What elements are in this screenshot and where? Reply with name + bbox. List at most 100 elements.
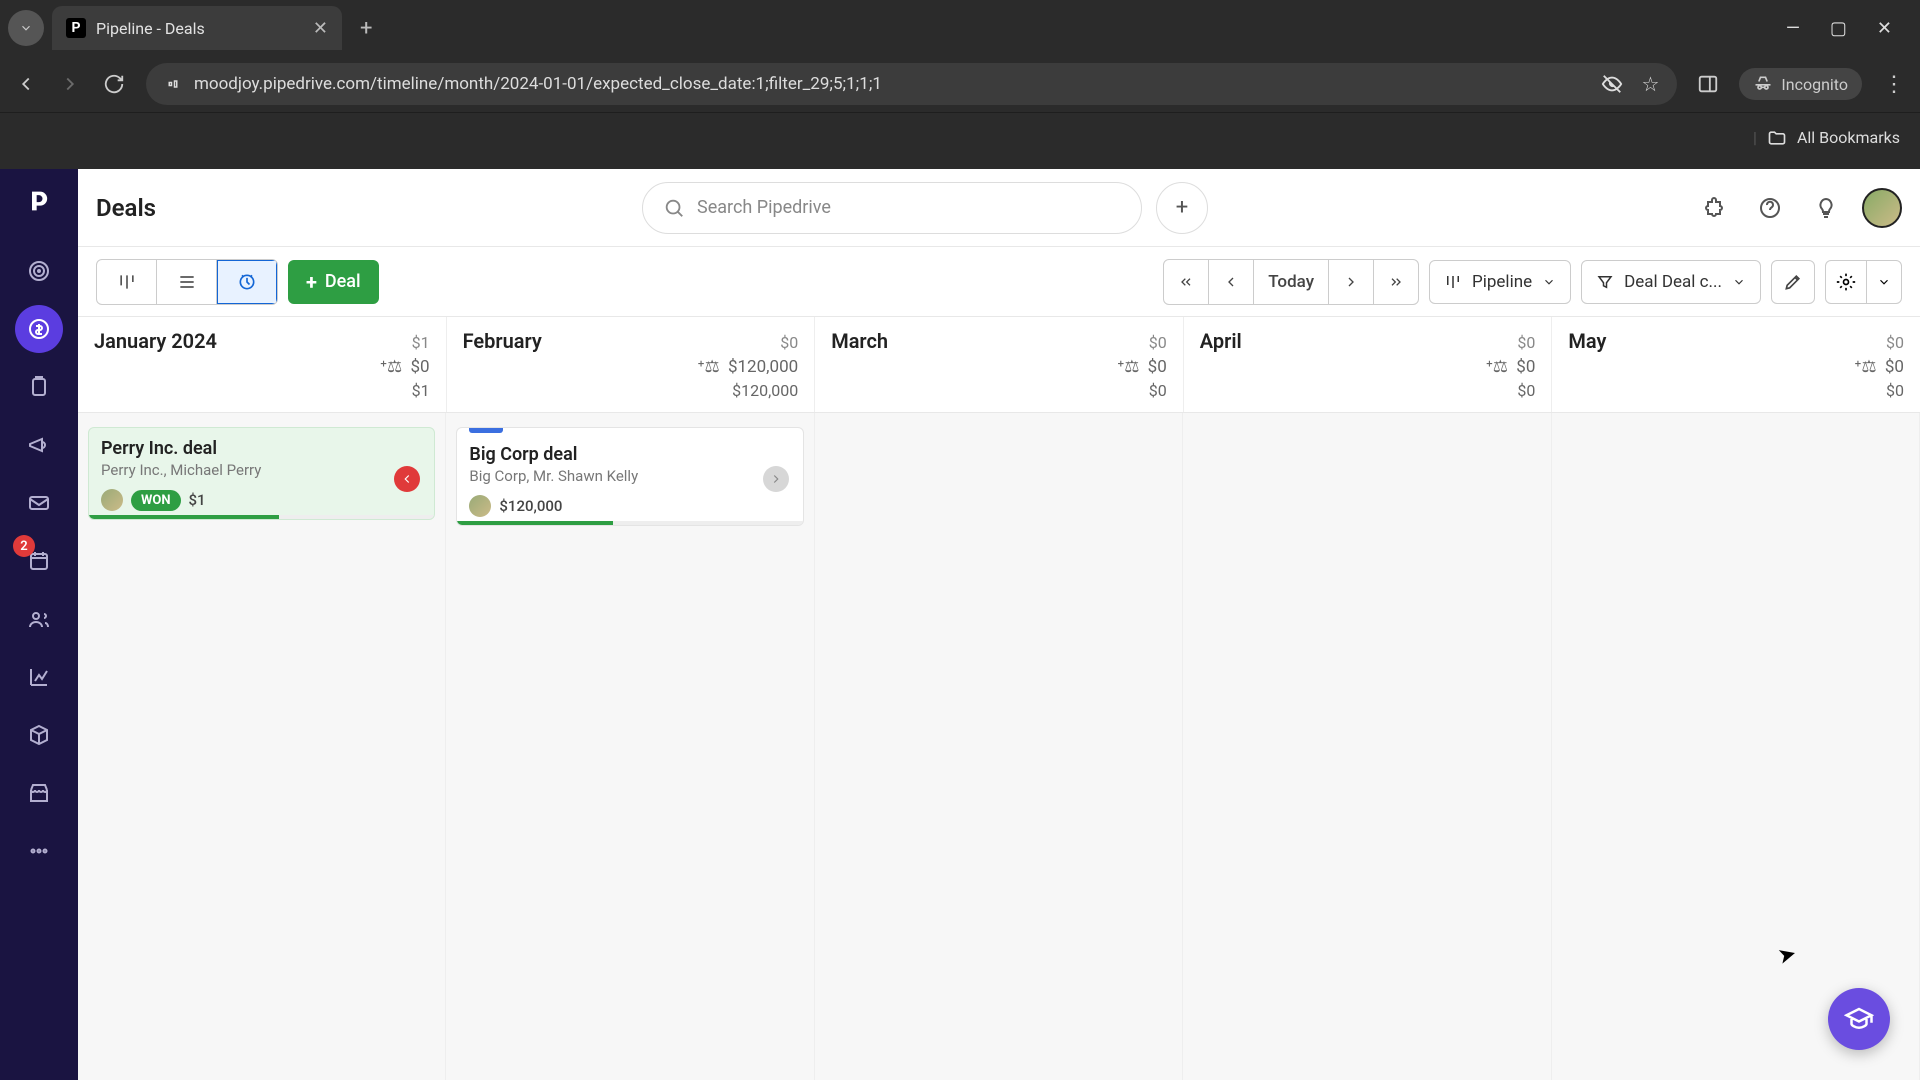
filter-icon xyxy=(1596,273,1614,291)
forward-button[interactable] xyxy=(58,72,82,96)
sidebar-item-activities[interactable]: 2 xyxy=(15,537,63,585)
incognito-indicator[interactable]: Incognito xyxy=(1739,68,1862,100)
back-button[interactable] xyxy=(14,72,38,96)
pipeline-label: Pipeline xyxy=(1472,272,1532,292)
maximize-button[interactable]: ▢ xyxy=(1830,18,1847,39)
sidebar-item-insights[interactable] xyxy=(15,653,63,701)
nav-next-button[interactable] xyxy=(1329,260,1374,304)
sidebar-item-mail[interactable] xyxy=(15,479,63,527)
sidebar-item-deals[interactable] xyxy=(15,305,63,353)
owner-avatar xyxy=(469,495,491,517)
sidebar-item-projects[interactable] xyxy=(15,363,63,411)
reload-button[interactable] xyxy=(102,72,126,96)
browser-tab[interactable]: P Pipeline - Deals ✕ xyxy=(52,6,342,50)
toolbar: + Deal Today xyxy=(78,247,1920,317)
nav-last-button[interactable] xyxy=(1374,260,1418,304)
month-header-may: May $0 ⁺⚖ $0 $0 xyxy=(1552,317,1920,412)
month-bottom: $1 xyxy=(412,381,430,400)
pipedrive-logo-icon xyxy=(25,187,53,215)
tips-button[interactable] xyxy=(1806,188,1846,228)
folder-icon xyxy=(1767,128,1787,148)
month-weighted: $120,000 xyxy=(728,357,798,377)
lightbulb-icon xyxy=(1814,196,1838,220)
view-pipeline-button[interactable] xyxy=(97,260,157,304)
month-name: March xyxy=(831,329,888,353)
timeline-col-april xyxy=(1183,413,1551,1080)
month-bottom: $0 xyxy=(1149,381,1167,400)
help-button[interactable] xyxy=(1750,188,1790,228)
new-tab-button[interactable]: + xyxy=(350,16,382,41)
box-icon xyxy=(27,723,51,747)
edit-button[interactable] xyxy=(1771,260,1815,304)
month-weighted: $0 xyxy=(1516,357,1535,377)
sidebar-item-marketplace[interactable] xyxy=(15,769,63,817)
month-name: February xyxy=(463,329,542,353)
filter-selector[interactable]: Deal Deal c... xyxy=(1581,260,1761,304)
timeline-col-march xyxy=(815,413,1183,1080)
status-indicator-none[interactable] xyxy=(763,466,789,492)
add-deal-label: Deal xyxy=(325,271,361,292)
knowledge-fab[interactable] xyxy=(1828,988,1890,1050)
sidebar-item-contacts[interactable] xyxy=(15,595,63,643)
month-total: $0 xyxy=(1886,333,1904,352)
scale-icon: ⁺⚖ xyxy=(1117,357,1139,377)
addons-button[interactable] xyxy=(1694,188,1734,228)
add-deal-button[interactable]: + Deal xyxy=(288,260,379,304)
plus-icon: + xyxy=(306,270,317,294)
app-header: Deals Search Pipedrive + xyxy=(78,169,1920,247)
chevron-left-icon xyxy=(400,472,414,486)
month-name: April xyxy=(1200,329,1242,353)
nav-today-button[interactable]: Today xyxy=(1254,260,1329,304)
view-list-button[interactable] xyxy=(157,260,217,304)
tab-title: Pipeline - Deals xyxy=(96,19,205,38)
side-panel-icon[interactable] xyxy=(1697,73,1719,95)
app-logo[interactable] xyxy=(21,183,57,219)
tab-bar: P Pipeline - Deals ✕ + ― ▢ ✕ xyxy=(0,0,1920,56)
month-name: January 2024 xyxy=(94,329,217,353)
timeline-body: Perry Inc. deal Perry Inc., Michael Perr… xyxy=(78,413,1920,1080)
sidebar-item-campaigns[interactable] xyxy=(15,421,63,469)
deal-amount: $120,000 xyxy=(499,497,562,515)
deal-progress xyxy=(89,515,434,519)
window-controls: ― ▢ ✕ xyxy=(1786,18,1912,39)
search-placeholder: Search Pipedrive xyxy=(697,197,831,218)
tab-search-button[interactable] xyxy=(8,10,44,46)
sidebar-item-leads[interactable] xyxy=(15,247,63,295)
chevron-down-icon xyxy=(19,21,33,35)
all-bookmarks-button[interactable]: All Bookmarks xyxy=(1797,128,1900,147)
search-icon xyxy=(663,197,685,219)
chevron-right-icon xyxy=(1343,274,1359,290)
sidebar-item-more[interactable] xyxy=(15,827,63,875)
user-avatar[interactable] xyxy=(1862,188,1902,228)
pipeline-selector[interactable]: Pipeline xyxy=(1429,260,1571,304)
gear-icon xyxy=(1836,272,1856,292)
month-total: $0 xyxy=(1517,333,1535,352)
month-header-february: February $0 ⁺⚖ $120,000 $120,000 xyxy=(447,317,816,412)
deal-card-perry[interactable]: Perry Inc. deal Perry Inc., Michael Perr… xyxy=(88,427,435,520)
nav-prev-button[interactable] xyxy=(1209,260,1254,304)
bookmark-button[interactable]: ☆ xyxy=(1641,72,1659,96)
search-input[interactable]: Search Pipedrive xyxy=(642,182,1142,234)
address-bar[interactable]: moodjoy.pipedrive.com/timeline/month/202… xyxy=(146,63,1677,105)
store-icon xyxy=(27,781,51,805)
close-window-button[interactable]: ✕ xyxy=(1877,18,1892,39)
eye-off-icon[interactable] xyxy=(1601,73,1623,95)
graduation-icon xyxy=(1844,1004,1874,1034)
month-bottom: $120,000 xyxy=(732,381,798,400)
list-icon xyxy=(177,272,197,292)
sidebar: 2 xyxy=(0,169,78,1080)
chevron-down-icon xyxy=(1732,275,1746,289)
settings-button[interactable] xyxy=(1825,260,1902,304)
close-tab-button[interactable]: ✕ xyxy=(313,18,328,39)
deal-amount: $1 xyxy=(189,491,206,509)
minimize-button[interactable]: ― xyxy=(1786,18,1800,39)
browser-menu-button[interactable]: ⋮ xyxy=(1882,72,1906,96)
quick-add-button[interactable]: + xyxy=(1156,182,1208,234)
deal-card-bigcorp[interactable]: Big Corp deal Big Corp, Mr. Shawn Kelly … xyxy=(456,427,803,526)
sidebar-item-products[interactable] xyxy=(15,711,63,759)
mail-icon xyxy=(27,491,51,515)
view-forecast-button[interactable] xyxy=(217,260,277,304)
deal-title: Perry Inc. deal xyxy=(101,438,422,459)
nav-first-button[interactable] xyxy=(1164,260,1209,304)
puzzle-icon xyxy=(1702,196,1726,220)
